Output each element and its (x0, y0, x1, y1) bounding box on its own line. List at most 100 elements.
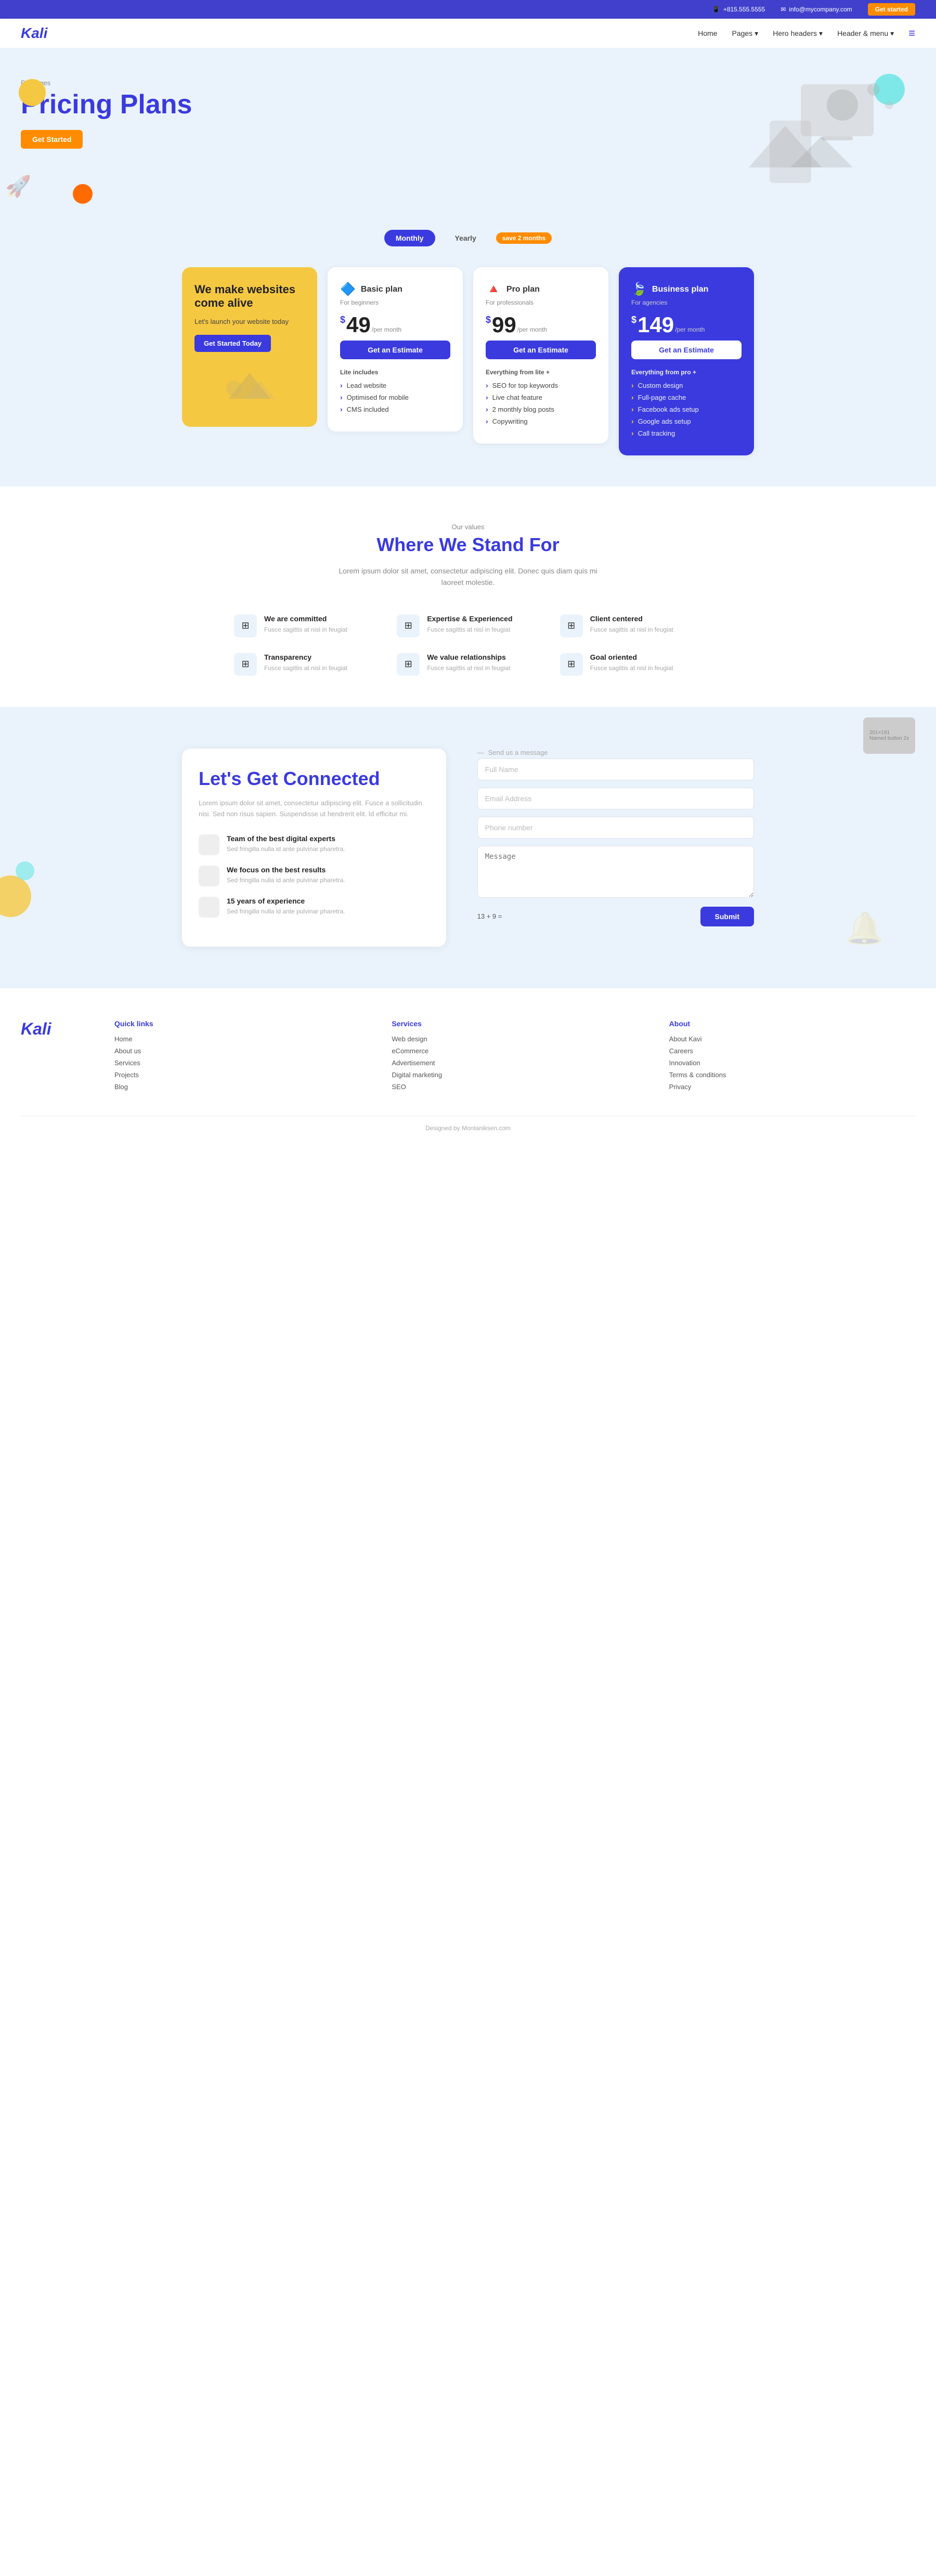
email-input[interactable] (477, 788, 754, 809)
checkmark-icon: › (340, 405, 343, 413)
nav-hero-headers[interactable]: Hero headers ▾ (773, 29, 823, 38)
checkmark-icon: › (486, 381, 488, 389)
email-icon: ✉ (781, 6, 786, 13)
footer-about-kavi[interactable]: About Kavi (669, 1035, 915, 1043)
hamburger-icon[interactable]: ≡ (908, 27, 915, 40)
footer-link-about[interactable]: About us (114, 1047, 360, 1055)
footer-about-privacy[interactable]: Privacy (669, 1083, 915, 1091)
message-textarea[interactable] (477, 846, 754, 898)
phone-input[interactable] (477, 817, 754, 839)
footer-link-blog[interactable]: Blog (114, 1083, 360, 1091)
footer-about-innovation[interactable]: Innovation (669, 1059, 915, 1067)
footer-service-advertisement[interactable]: Advertisement (392, 1059, 638, 1067)
footer-services: Services Web design eCommerce Advertisem… (392, 1019, 638, 1095)
value-desc-0: Fusce sagittis at nisl in feugiat (264, 625, 347, 634)
monthly-toggle-button[interactable]: Monthly (384, 230, 435, 246)
yearly-toggle-button[interactable]: Yearly (444, 230, 488, 246)
contact-feature-text-2: 15 years of experience Sed fringilla nul… (227, 897, 345, 916)
contact-feature-desc-2: Sed fringilla nulla id ante pulvinar pha… (227, 907, 345, 916)
checkmark-icon: › (631, 405, 634, 413)
business-plan-name: Business plan (652, 285, 708, 294)
plan-feature: › Live chat feature (486, 393, 596, 401)
value-desc-2: Fusce sagittis at nisl in feugiat (590, 625, 673, 634)
checkmark-icon: › (631, 429, 634, 437)
nav-home[interactable]: Home (698, 29, 717, 37)
value-text-1: Expertise & Experienced Fusce sagittis a… (427, 614, 512, 634)
pricing-toggle: Monthly Yearly save 2 months (0, 214, 936, 257)
footer-about-careers[interactable]: Careers (669, 1047, 915, 1055)
contact-blue-circle (16, 861, 34, 880)
basic-plan-for: For beginners (340, 299, 450, 306)
value-title-3: Transparency (264, 653, 347, 661)
value-item-5: ⊞ Goal oriented Fusce sagittis at nisl i… (560, 653, 702, 676)
top-bar: 📱 +815.555.5555 ✉ info@mycompany.com Get… (0, 0, 936, 19)
footer-service-ecommerce[interactable]: eCommerce (392, 1047, 638, 1055)
basic-plan-card: 🔷 Basic plan For beginners $ 49 /per mon… (328, 267, 463, 431)
values-description: Lorem ipsum dolor sit amet, consectetur … (338, 565, 598, 589)
promo-title: We make websites come alive (194, 283, 305, 310)
basic-plan-button[interactable]: Get an Estimate (340, 341, 450, 359)
value-title-0: We are committed (264, 614, 347, 623)
contact-feature-title-1: We focus on the best results (227, 866, 345, 874)
footer-about-terms[interactable]: Terms & conditions (669, 1071, 915, 1079)
footer-about: About About Kavi Careers Innovation Term… (669, 1019, 915, 1095)
footer-service-seo[interactable]: SEO (392, 1083, 638, 1091)
nav-header-menu[interactable]: Header & menu ▾ (837, 29, 894, 38)
footer-link-home[interactable]: Home (114, 1035, 360, 1043)
contact-left-panel: Let's Get Connected Lorem ipsum dolor si… (182, 749, 446, 947)
footer-bottom: Designed by Montaniksen.com (21, 1116, 915, 1132)
business-plan-includes: Everything from pro + (631, 369, 742, 376)
contact-section: 201×191Named button 2x 🔔 Let's Get Conne… (0, 707, 936, 988)
checkmark-icon: › (486, 417, 488, 425)
pro-plan-includes: Everything from lite + (486, 369, 596, 376)
value-item-2: ⊞ Client centered Fusce sagittis at nisl… (560, 614, 702, 637)
value-text-5: Goal oriented Fusce sagittis at nisl in … (590, 653, 673, 673)
value-item-0: ⊞ We are committed Fusce sagittis at nis… (234, 614, 376, 637)
contact-feature-text-1: We focus on the best results Sed fringil… (227, 866, 345, 885)
footer-link-projects[interactable]: Projects (114, 1071, 360, 1079)
plan-feature: › Custom design (631, 381, 742, 389)
footer-top: Kali Quick links Home About us Services … (21, 1019, 915, 1095)
promo-cta-button[interactable]: Get Started Today (194, 335, 271, 352)
promo-illustration (194, 362, 305, 411)
checkmark-icon: › (631, 417, 634, 425)
hero-section: Packages Pricing Plans Get Started 🚀 (0, 48, 936, 214)
value-text-4: We value relationships Fusce sagittis at… (427, 653, 510, 673)
basic-price-amount: 49 (346, 312, 371, 337)
footer-service-marketing[interactable]: Digital marketing (392, 1071, 638, 1079)
plan-feature: › Google ads setup (631, 417, 742, 425)
plan-feature: › Optimised for mobile (340, 393, 450, 401)
hero-cta-button[interactable]: Get Started (21, 130, 83, 149)
topbar-cta-button[interactable]: Get started (868, 3, 915, 16)
pro-plan-name: Pro plan (506, 285, 540, 294)
full-name-input[interactable] (477, 759, 754, 780)
plan-feature: › Facebook ads setup (631, 405, 742, 413)
full-name-group (477, 759, 754, 780)
packages-label: Packages (21, 79, 229, 87)
value-icon-5: ⊞ (560, 653, 583, 676)
business-plan-button[interactable]: Get an Estimate (631, 341, 742, 359)
checkmark-icon: › (631, 381, 634, 389)
value-desc-4: Fusce sagittis at nisl in feugiat (427, 663, 510, 673)
promo-subtitle: Let's launch your website today (194, 318, 305, 325)
value-title-4: We value relationships (427, 653, 510, 661)
chevron-down-icon: ▾ (890, 29, 894, 38)
plan-feature: › Copywriting (486, 417, 596, 425)
services-title: Services (392, 1019, 638, 1028)
email-address: info@mycompany.com (789, 6, 852, 13)
business-price-dollar: $ (631, 315, 636, 325)
value-title-1: Expertise & Experienced (427, 614, 512, 623)
nav-pages[interactable]: Pages ▾ (732, 29, 758, 38)
contact-feature-0: Team of the best digital experts Sed fri… (199, 834, 430, 855)
footer-link-services[interactable]: Services (114, 1059, 360, 1067)
phone-number: +815.555.5555 (723, 6, 765, 13)
pricing-cards: We make websites come alive Let's launch… (182, 267, 754, 455)
pro-plan-card: 🔺 Pro plan For professionals $ 99 /per m… (473, 267, 608, 443)
pro-price-amount: 99 (492, 312, 516, 337)
pro-plan-button[interactable]: Get an Estimate (486, 341, 596, 359)
footer-service-webdesign[interactable]: Web design (392, 1035, 638, 1043)
value-text-3: Transparency Fusce sagittis at nisl in f… (264, 653, 347, 673)
submit-button[interactable]: Submit (700, 907, 754, 926)
contact-inner: Let's Get Connected Lorem ipsum dolor si… (182, 749, 754, 947)
basic-price-dollar: $ (340, 315, 345, 325)
